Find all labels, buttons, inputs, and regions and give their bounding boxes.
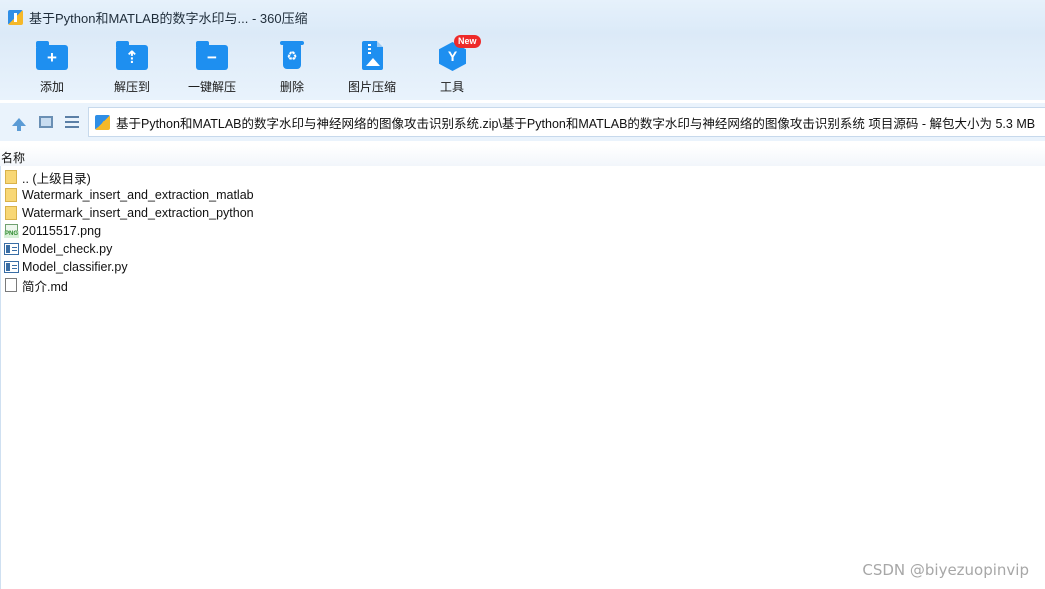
one-click-extract-icon: − [196, 40, 228, 72]
list-item-model-check[interactable]: Model_check.py [0, 240, 1045, 258]
extract-to-icon: ⇡ [116, 40, 148, 72]
png-file-icon: PNG [4, 223, 20, 239]
list-item-folder-matlab[interactable]: Watermark_insert_and_extraction_matlab [0, 186, 1045, 204]
file-name: Watermark_insert_and_extraction_matlab [22, 188, 254, 202]
one-click-extract-button[interactable]: − 一键解压 [172, 40, 252, 96]
list-view-icon [65, 116, 79, 128]
parent-folder-icon [4, 169, 19, 185]
list-item-parent-folder[interactable]: .. (上级目录) [0, 168, 1045, 186]
tools-icon: Y New [436, 35, 481, 72]
csdn-watermark: CSDN @biyezuopinvip [862, 561, 1029, 579]
file-name: 简介.md [22, 279, 68, 294]
image-compress-label: 图片压缩 [347, 80, 396, 94]
thumbnail-view-button[interactable] [37, 113, 55, 131]
archive-app-icon [8, 9, 23, 25]
recycle-bin-icon: ♻ [276, 40, 308, 72]
zip-file-icon [95, 114, 110, 130]
add-label: 添加 [39, 80, 64, 94]
up-level-button[interactable] [10, 113, 28, 131]
python-file-icon [4, 241, 19, 257]
list-view-button[interactable] [63, 113, 81, 131]
toolbar: + 添加 ⇡ 解压到 − 一键解压 ♻ 删除 图片压缩 Y New 工具 [0, 34, 1045, 100]
new-badge: New [454, 35, 481, 48]
image-compress-button[interactable]: 图片压缩 [332, 40, 412, 96]
file-name: 20115517.png [22, 224, 102, 238]
thumbnail-view-icon [39, 116, 53, 128]
address-path: 基于Python和MATLAB的数字水印与神经网络的图像攻击识别系统.zip\基… [116, 116, 1036, 131]
delete-button[interactable]: ♻ 删除 [252, 40, 332, 96]
window-title: 基于Python和MATLAB的数字水印与... - 360压缩 [29, 10, 308, 26]
file-list: .. (上级目录) Watermark_insert_and_extractio… [0, 168, 1045, 294]
extract-to-button[interactable]: ⇡ 解压到 [92, 40, 172, 96]
folder-icon [4, 187, 19, 203]
tools-button[interactable]: Y New 工具 [412, 35, 492, 96]
file-name: Model_check.py [22, 242, 113, 256]
extract-to-label: 解压到 [113, 80, 150, 94]
file-name: Watermark_insert_and_extraction_python [22, 206, 254, 220]
document-file-icon [4, 277, 19, 293]
add-folder-icon: + [36, 40, 68, 72]
delete-label: 删除 [279, 80, 304, 94]
folder-icon [4, 205, 19, 221]
list-item-png[interactable]: PNG 20115517.png [0, 222, 1045, 240]
one-click-extract-label: 一键解压 [187, 80, 236, 94]
file-name: Model_classifier.py [22, 260, 128, 274]
list-item-readme[interactable]: 简介.md [0, 276, 1045, 294]
list-item-model-classifier[interactable]: Model_classifier.py [0, 258, 1045, 276]
up-arrow-icon [12, 118, 26, 131]
add-button[interactable]: + 添加 [12, 40, 92, 96]
address-field[interactable]: 基于Python和MATLAB的数字水印与神经网络的图像攻击识别系统.zip\基… [88, 107, 1045, 137]
list-item-folder-python[interactable]: Watermark_insert_and_extraction_python [0, 204, 1045, 222]
column-header-name[interactable]: 名称 [1, 149, 25, 166]
file-name: .. (上级目录) [22, 171, 91, 186]
image-compress-icon [356, 40, 388, 72]
title-bar: 基于Python和MATLAB的数字水印与... - 360压缩 [0, 0, 1045, 34]
address-bar: 基于Python和MATLAB的数字水印与神经网络的图像攻击识别系统.zip\基… [0, 103, 1045, 141]
python-file-icon [4, 259, 19, 275]
tools-label: 工具 [439, 80, 464, 94]
column-header: 名称 [0, 146, 1045, 166]
